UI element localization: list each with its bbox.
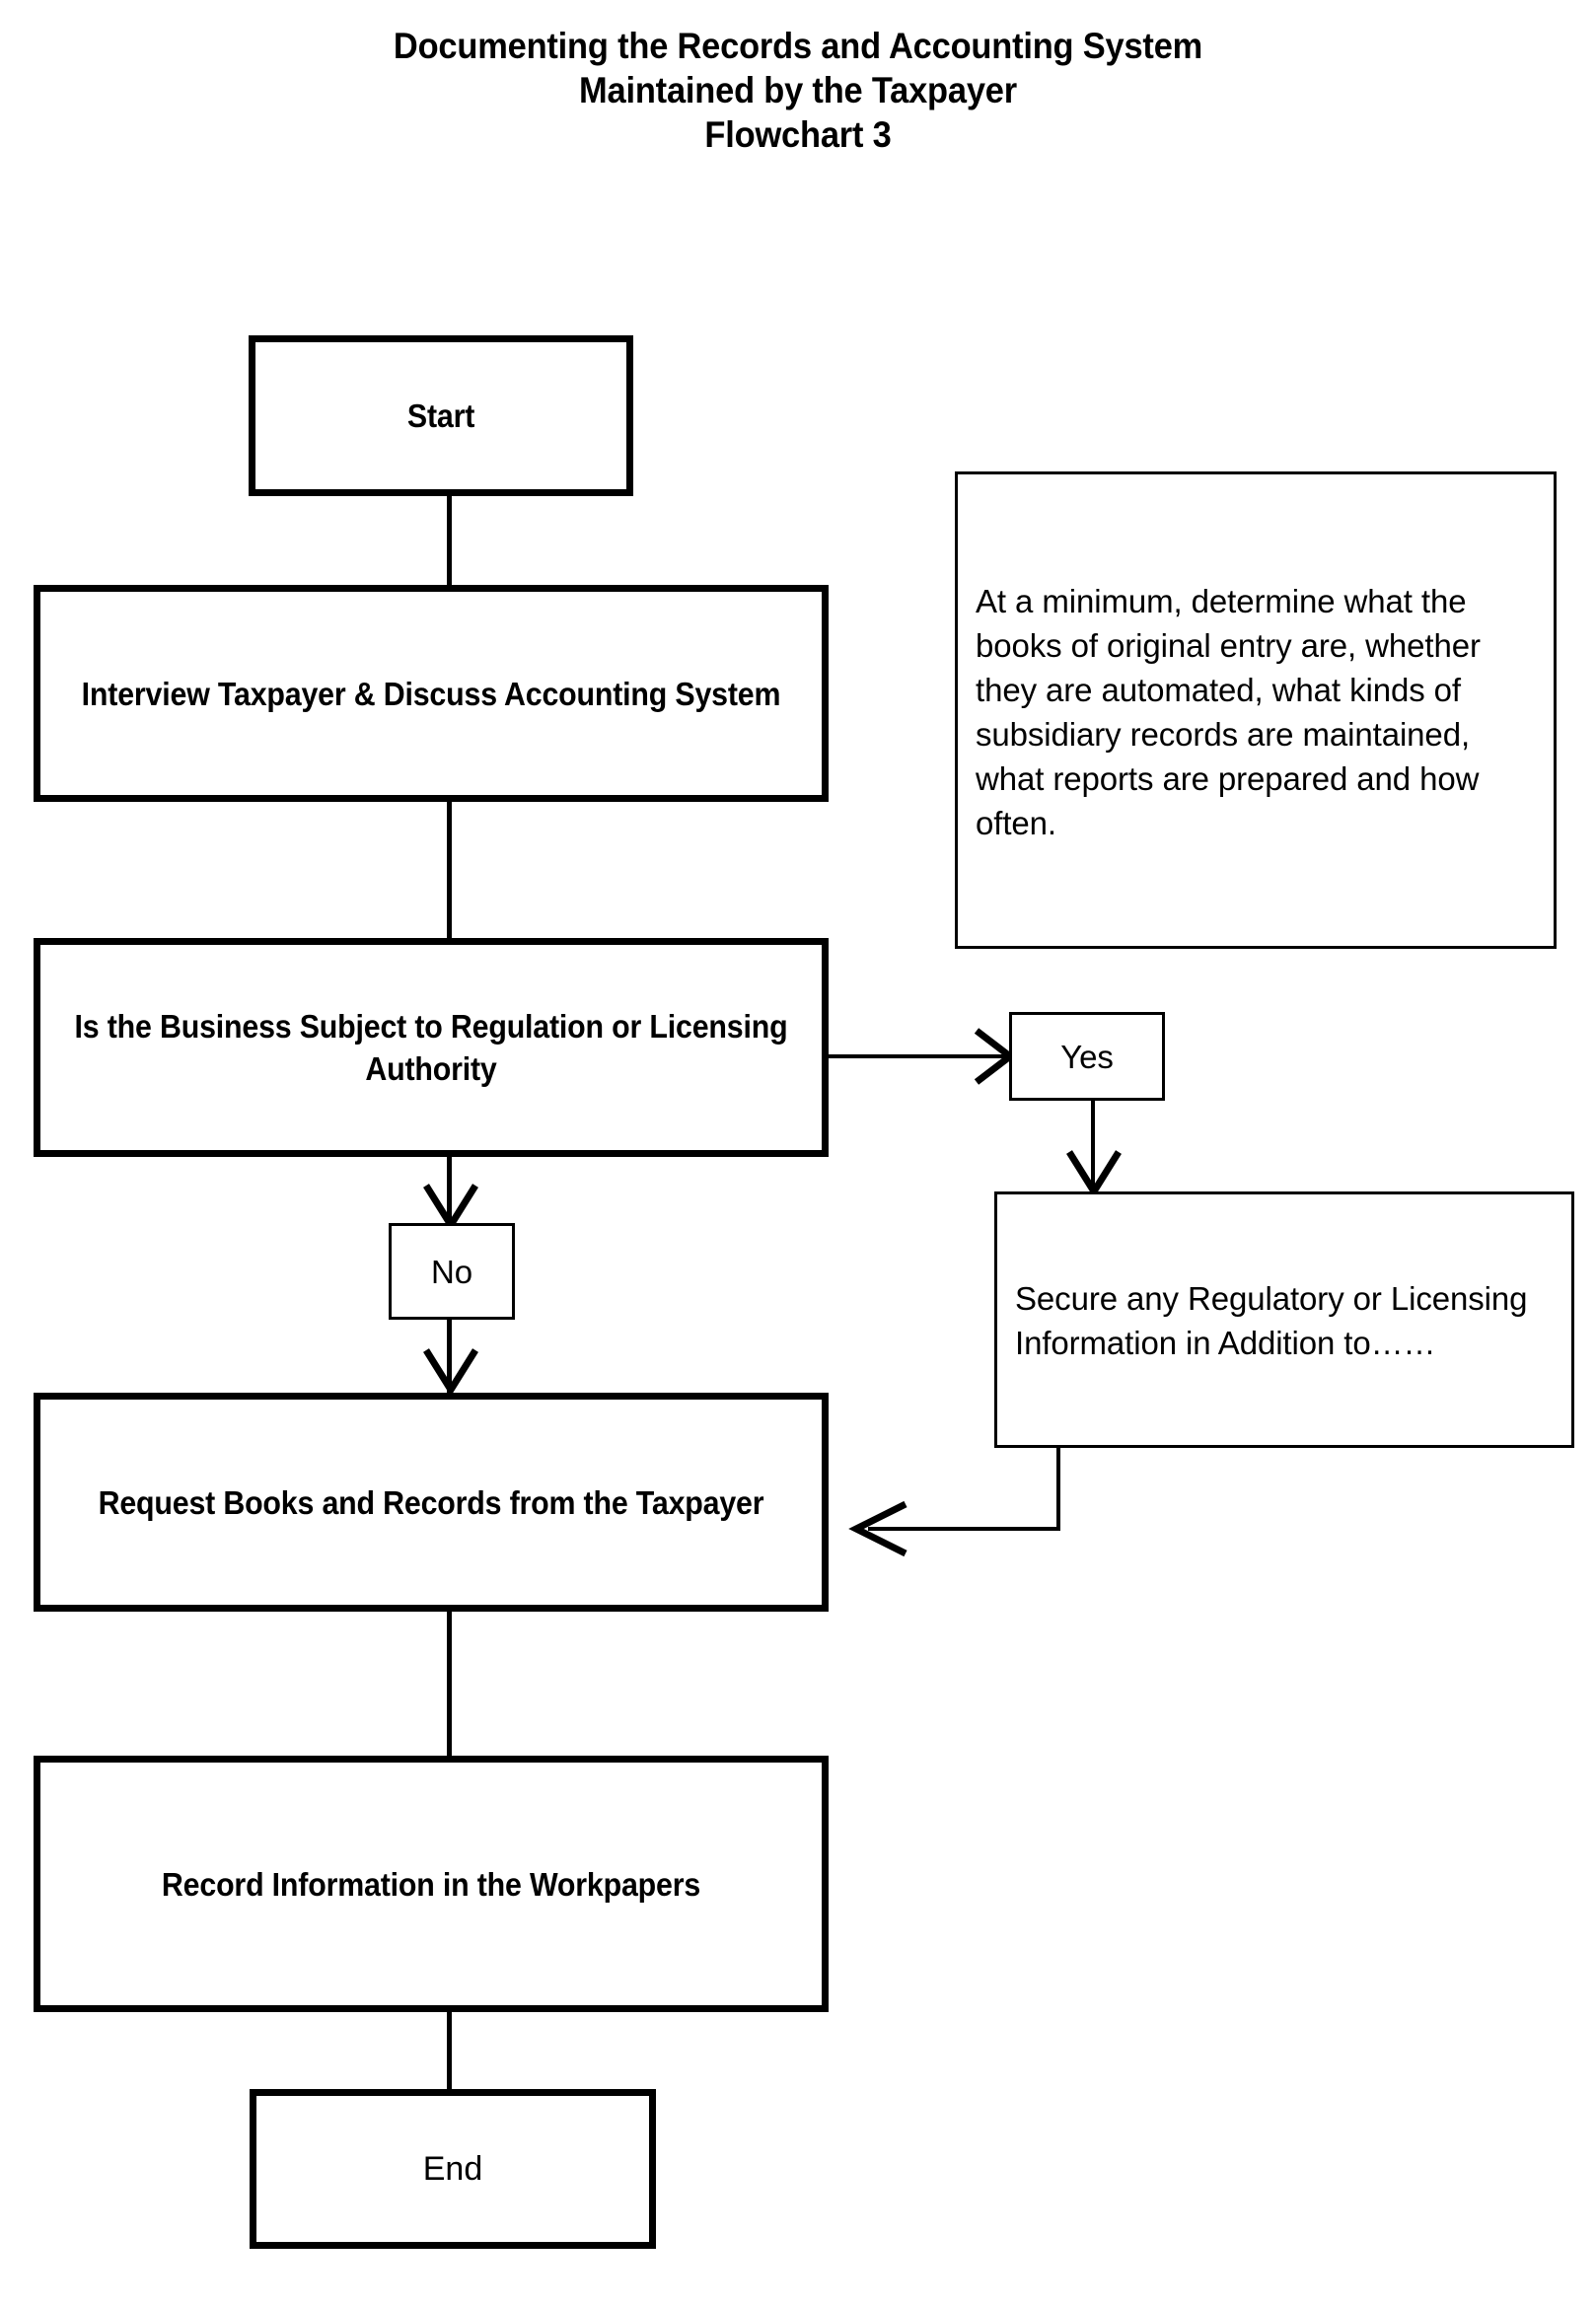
connector-secure-down [1056, 1448, 1060, 1531]
annotation-note-text: At a minimum, determine what the books o… [976, 583, 1481, 841]
page-title: Documenting the Records and Accounting S… [0, 24, 1596, 157]
node-decision-label: Is the Business Subject to Regulation or… [74, 1008, 788, 1087]
node-no-label[interactable]: No [389, 1223, 515, 1320]
node-end-label: End [422, 2149, 483, 2188]
connector-interview-to-decision [447, 802, 452, 938]
node-interview[interactable]: Interview Taxpayer & Discuss Accounting … [34, 585, 829, 802]
arrowhead-left-to-request [848, 1500, 907, 1557]
node-record[interactable]: Record Information in the Workpapers [34, 1756, 829, 2012]
node-start[interactable]: Start [249, 335, 633, 496]
node-secure[interactable]: Secure any Regulatory or Licensing Infor… [994, 1191, 1574, 1448]
title-line-2: Maintained by the Taxpayer [579, 70, 1017, 110]
connector-request-to-record [447, 1612, 452, 1756]
node-start-label: Start [406, 397, 475, 434]
node-no-text: No [431, 1253, 472, 1290]
arrowhead-down-to-request [423, 1348, 478, 1397]
arrowhead-down-to-secure [1066, 1150, 1122, 1198]
annotation-note: At a minimum, determine what the books o… [955, 471, 1557, 949]
node-request-label: Request Books and Records from the Taxpa… [98, 1483, 764, 1521]
connector-record-to-end [447, 2012, 452, 2091]
title-line-3: Flowchart 3 [704, 114, 892, 155]
connector-start-to-interview [447, 496, 452, 585]
node-record-label: Record Information in the Workpapers [161, 1865, 701, 1903]
node-end[interactable]: End [250, 2089, 656, 2249]
node-yes-label[interactable]: Yes [1009, 1012, 1165, 1101]
node-secure-label: Secure any Regulatory or Licensing Infor… [1015, 1280, 1528, 1361]
node-request[interactable]: Request Books and Records from the Taxpa… [34, 1393, 829, 1612]
title-line-1: Documenting the Records and Accounting S… [393, 26, 1203, 66]
node-yes-text: Yes [1060, 1038, 1114, 1075]
node-interview-label: Interview Taxpayer & Discuss Accounting … [81, 675, 781, 712]
flowchart-page: Documenting the Records and Accounting S… [0, 0, 1596, 2308]
node-decision[interactable]: Is the Business Subject to Regulation or… [34, 938, 829, 1157]
